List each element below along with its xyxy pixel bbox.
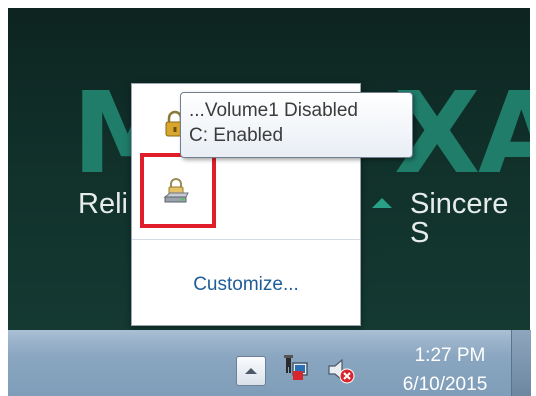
show-desktop-button[interactable]	[511, 330, 531, 396]
image-border-top	[0, 0, 536, 8]
chevron-up-icon	[245, 368, 257, 374]
show-hidden-icons-button[interactable]	[236, 356, 266, 386]
volume-muted-icon[interactable]	[326, 355, 356, 385]
popup-divider	[132, 239, 360, 240]
tooltip-line-c-drive: C: Enabled	[189, 125, 284, 146]
image-border-left	[0, 0, 8, 396]
clock-date[interactable]: 6/10/2015	[385, 374, 505, 396]
wallpaper-tagline-left: Reli	[78, 188, 128, 220]
tagline-triangle-icon	[372, 198, 392, 208]
clock-time[interactable]: 1:27 PM	[395, 345, 505, 367]
bitlocker-status-tooltip: ...Volume1 Disabled C: Enabled	[180, 92, 413, 158]
network-icon[interactable]	[283, 353, 309, 385]
tooltip-line-volume1: ...Volume1 Disabled	[189, 100, 358, 121]
highlight-annotation-box	[140, 153, 216, 228]
customize-link[interactable]: Customize...	[132, 274, 360, 296]
wallpaper-tagline-right: Sincere S	[410, 188, 509, 249]
logo-letter-a: A	[478, 69, 530, 199]
